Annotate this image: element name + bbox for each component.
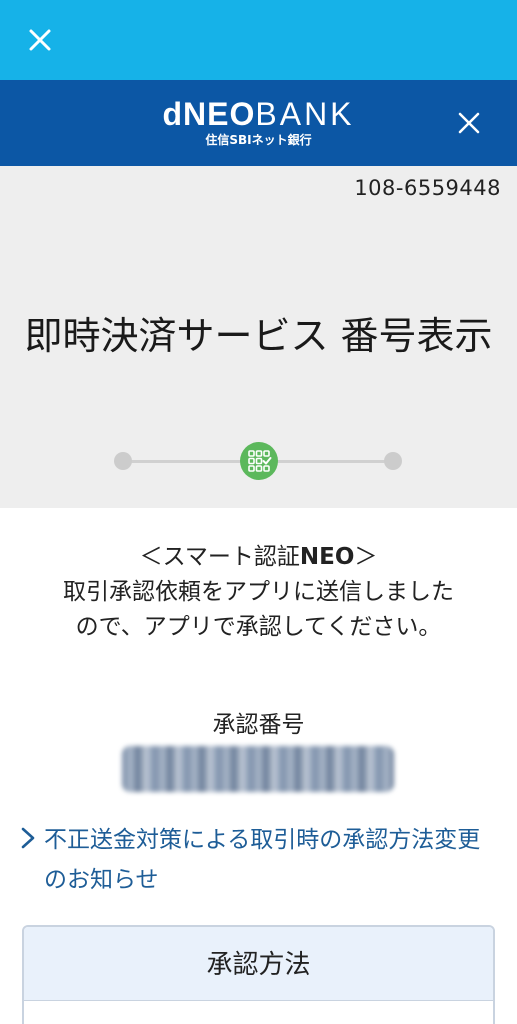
approval-method-title: 承認方法 (24, 927, 493, 1001)
logo-main-thin: BANK (255, 96, 355, 132)
notice-line-2: ので、アプリで承認してください。 (75, 614, 442, 640)
notice-heading: ＜スマート認証NEO＞ (0, 540, 517, 575)
fraud-notice-link-text[interactable]: 不正送金対策による取引時の承認方法変更のお知らせ (44, 820, 498, 900)
chevron-right-icon (21, 827, 35, 849)
notice-heading-prefix: ＜スマート認証 (139, 544, 300, 570)
approval-method-box: 承認方法 (22, 925, 495, 1024)
notice-heading-suffix: ＞ (354, 544, 378, 570)
notice-message: ＜スマート認証NEO＞ 取引承認依頼をアプリに送信しました ので、アプリで承認し… (0, 540, 517, 645)
fraud-notice-link[interactable]: 不正送金対策による取引時の承認方法変更のお知らせ (18, 820, 498, 900)
notice-heading-bold: NEO (299, 544, 355, 570)
bank-logo: dNEOBANK 住信SBIネット銀行 (0, 96, 517, 148)
step-active (240, 442, 278, 480)
close-icon[interactable] (452, 106, 486, 140)
step-dot-3 (384, 452, 402, 470)
step-dot-1 (114, 452, 132, 470)
logo-sub: 住信SBIネット銀行 (205, 133, 312, 147)
notice-line-1: 取引承認依頼をアプリに送信しました (63, 579, 454, 605)
account-number: 108-6559448 (354, 176, 501, 200)
grid-check-icon (248, 450, 272, 472)
approval-number-value: •••••••• (122, 746, 394, 792)
approval-number-label: 承認番号 (212, 712, 305, 738)
close-icon[interactable] (22, 22, 58, 58)
page-title: 即時決済サービス 番号表示 (24, 314, 493, 358)
bank-header: dNEOBANK 住信SBIネット銀行 (0, 80, 517, 166)
top-bar (0, 0, 517, 80)
logo-main-bold: dNEO (162, 96, 256, 132)
